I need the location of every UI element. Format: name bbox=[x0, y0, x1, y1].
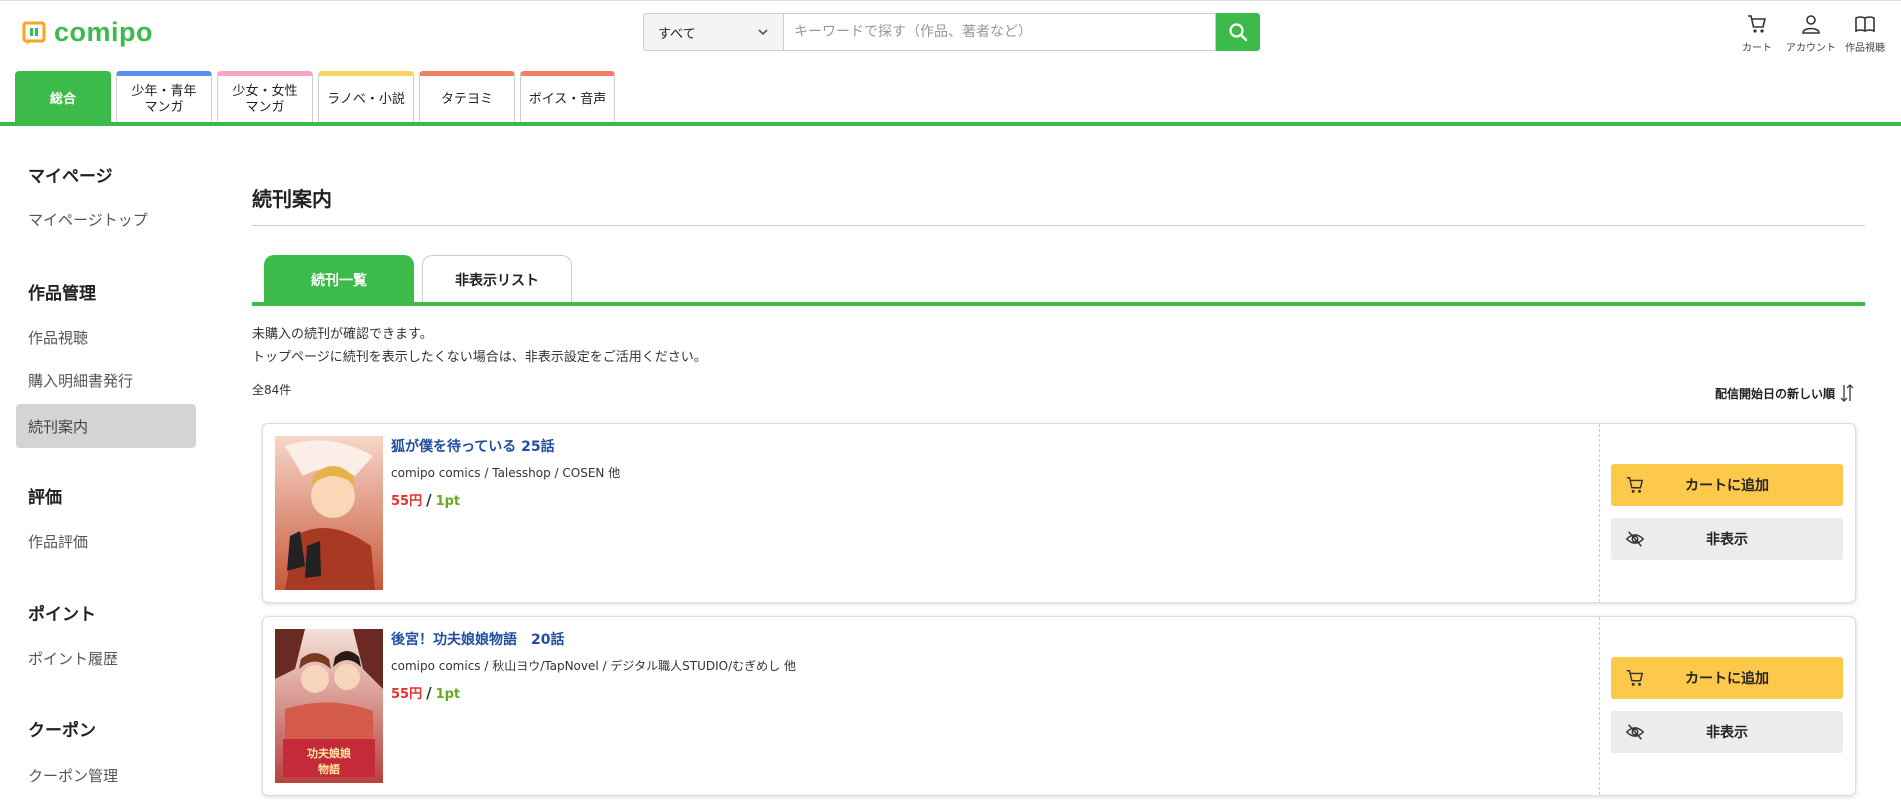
header-account[interactable]: アカウント bbox=[1785, 13, 1837, 54]
work-authors: comipo comics / 秋山ヨウ/TapNovel / デジタル職人ST… bbox=[391, 659, 796, 673]
nav-tab-shojo[interactable]: 少女・女性 マンガ bbox=[217, 71, 313, 123]
cart-icon bbox=[1626, 477, 1644, 493]
sidebar-item-receipt[interactable]: 購入明細書発行 bbox=[16, 358, 196, 402]
book-icon bbox=[1855, 16, 1875, 33]
sidebar-section-points: ポイント bbox=[28, 605, 96, 625]
search-bar: すべて bbox=[643, 13, 1260, 51]
price-yen: 55円 bbox=[391, 687, 423, 702]
sidebar-item-watch[interactable]: 作品視聴 bbox=[16, 315, 196, 359]
sidebar-item-point-history[interactable]: ポイント履歴 bbox=[16, 636, 196, 680]
sort-label: 配信開始日の新しい順 bbox=[1714, 386, 1835, 401]
nav-tab-voice[interactable]: ボイス・音声 bbox=[520, 71, 615, 123]
site-header: comipo すべて カート アカウント 作品視聴 総合 少年・青年 マンガ 少… bbox=[0, 0, 1901, 126]
nav-tab-general[interactable]: 総合 bbox=[15, 71, 111, 123]
sequel-tabs: 続刊一覧 非表示リスト bbox=[264, 255, 580, 303]
card-divider bbox=[1599, 617, 1600, 795]
category-nav: 総合 少年・青年 マンガ 少女・女性 マンガ ラノベ・小説 タテヨミ ボイス・音… bbox=[15, 71, 620, 123]
price-points: 1pt bbox=[435, 494, 461, 509]
cart-icon bbox=[1748, 15, 1767, 33]
sidebar-item-coupon-manage[interactable]: クーポン管理 bbox=[16, 753, 196, 797]
cover-thumbnail[interactable] bbox=[275, 436, 383, 590]
cover-image-fox-icon bbox=[275, 436, 383, 590]
sidebar-section-mypage: マイページ bbox=[28, 167, 113, 187]
price-yen: 55円 bbox=[391, 494, 423, 509]
work-price: 55円/1pt bbox=[391, 490, 460, 509]
search-category-select[interactable]: すべて bbox=[643, 13, 783, 51]
work-authors: comipo comics / Talesshop / COSEN 他 bbox=[391, 466, 621, 480]
header-icons: カート アカウント 作品視聴 bbox=[1729, 13, 1891, 54]
comipo-logo-icon bbox=[22, 21, 46, 45]
cover-thumbnail[interactable]: 功夫娘娘 物語 bbox=[275, 629, 383, 783]
hide-button[interactable]: 非表示 bbox=[1611, 518, 1843, 560]
price-separator: / bbox=[426, 684, 432, 702]
nav-tab-lightnovel[interactable]: ラノベ・小説 bbox=[318, 71, 414, 123]
page-title: 続刊案内 bbox=[252, 187, 332, 211]
title-divider bbox=[252, 225, 1865, 226]
cart-icon bbox=[1626, 670, 1644, 686]
hide-label: 非表示 bbox=[1706, 725, 1748, 741]
add-to-cart-label: カートに追加 bbox=[1685, 478, 1769, 494]
cover-image-kungfu-icon: 功夫娘娘 物語 bbox=[275, 629, 383, 783]
work-price: 55円/1pt bbox=[391, 683, 460, 702]
sidebar-section-coupons: クーポン bbox=[28, 721, 96, 741]
tab-underline bbox=[252, 302, 1865, 306]
sidebar-item-sequels[interactable]: 続刊案内 bbox=[16, 404, 196, 448]
price-separator: / bbox=[426, 491, 432, 509]
header-account-label: アカウント bbox=[1786, 43, 1836, 54]
card-divider bbox=[1599, 424, 1600, 602]
work-title[interactable]: 狐が僕を待っている 25話 bbox=[391, 436, 555, 456]
description-line-2: トップページに続刊を表示したくない場合は、非表示設定をご活用ください。 bbox=[252, 350, 707, 365]
sequel-card: 功夫娘娘 物語 後宮！功夫娘娘物語 20話 comipo comics / 秋山… bbox=[262, 616, 1856, 796]
logo-text: comipo bbox=[54, 16, 154, 47]
tab-hidden-list[interactable]: 非表示リスト bbox=[422, 255, 572, 303]
header-cart-label: カート bbox=[1742, 43, 1772, 54]
nav-tab-shonen[interactable]: 少年・青年 マンガ bbox=[116, 71, 212, 123]
site-logo[interactable]: comipo bbox=[22, 17, 153, 47]
hide-button[interactable]: 非表示 bbox=[1611, 711, 1843, 753]
sort-arrows-icon bbox=[1840, 384, 1854, 402]
account-icon bbox=[1802, 15, 1820, 34]
add-to-cart-button[interactable]: カートに追加 bbox=[1611, 464, 1843, 506]
add-to-cart-button[interactable]: カートに追加 bbox=[1611, 657, 1843, 699]
svg-text:功夫娘娘: 功夫娘娘 bbox=[307, 746, 351, 760]
sequel-card: 狐が僕を待っている 25話 comipo comics / Talesshop … bbox=[262, 423, 1856, 603]
sidebar-section-rating: 評価 bbox=[28, 488, 62, 508]
svg-text:物語: 物語 bbox=[318, 762, 340, 776]
work-title[interactable]: 後宮！功夫娘娘物語 20話 bbox=[391, 629, 564, 649]
sidebar-item-rating[interactable]: 作品評価 bbox=[16, 519, 196, 563]
add-to-cart-label: カートに追加 bbox=[1685, 671, 1769, 687]
description-line-1: 未購入の続刊が確認できます。 bbox=[252, 327, 433, 342]
eye-off-icon bbox=[1625, 724, 1645, 740]
tab-sequel-list[interactable]: 続刊一覧 bbox=[264, 255, 414, 303]
search-input[interactable] bbox=[783, 13, 1216, 51]
search-icon bbox=[1229, 23, 1248, 42]
header-library[interactable]: 作品視聴 bbox=[1839, 13, 1891, 54]
search-button[interactable] bbox=[1216, 13, 1260, 51]
result-count: 全84件 bbox=[252, 383, 292, 397]
hide-label: 非表示 bbox=[1706, 532, 1748, 548]
nav-tab-tateyomi[interactable]: タテヨミ bbox=[419, 71, 515, 123]
eye-off-icon bbox=[1625, 531, 1645, 547]
page-description: 未購入の続刊が確認できます。 トップページに続刊を表示したくない場合は、非表示設… bbox=[252, 323, 707, 369]
sidebar-section-works: 作品管理 bbox=[28, 284, 96, 304]
price-points: 1pt bbox=[435, 687, 461, 702]
sidebar-item-mypage-top[interactable]: マイページトップ bbox=[16, 197, 196, 241]
header-cart[interactable]: カート bbox=[1731, 13, 1783, 54]
nav-underline bbox=[0, 122, 1901, 126]
chevron-down-icon bbox=[758, 29, 768, 36]
header-library-label: 作品視聴 bbox=[1845, 43, 1885, 54]
sort-toggle[interactable]: 配信開始日の新しい順 bbox=[1715, 383, 1855, 403]
search-category-value: すべて bbox=[658, 26, 696, 42]
